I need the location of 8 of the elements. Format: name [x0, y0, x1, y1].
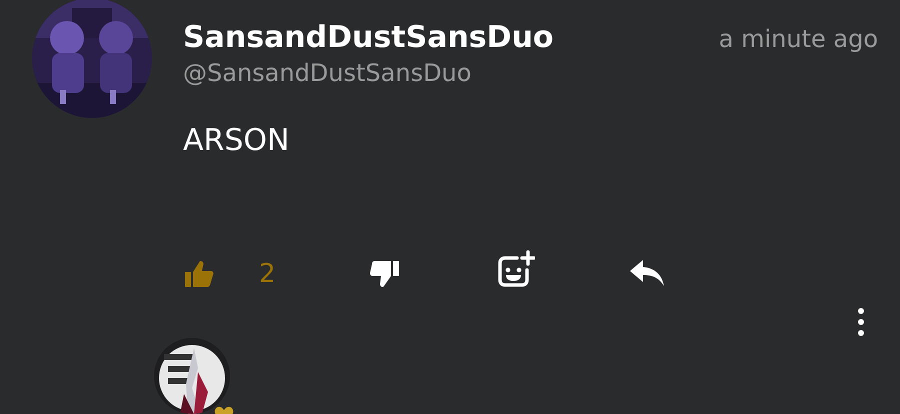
like-count: 2 [259, 259, 276, 289]
timestamp: a minute ago [718, 25, 878, 53]
author-handle: @SansandDustSansDuo [183, 59, 472, 87]
comment-text: ARSON [183, 123, 290, 158]
author-name[interactable]: SansandDustSansDuo [183, 20, 554, 55]
thumbs-up-icon[interactable] [183, 258, 215, 290]
thumbs-down-icon[interactable] [369, 258, 401, 290]
more-options-icon[interactable] [858, 308, 864, 336]
